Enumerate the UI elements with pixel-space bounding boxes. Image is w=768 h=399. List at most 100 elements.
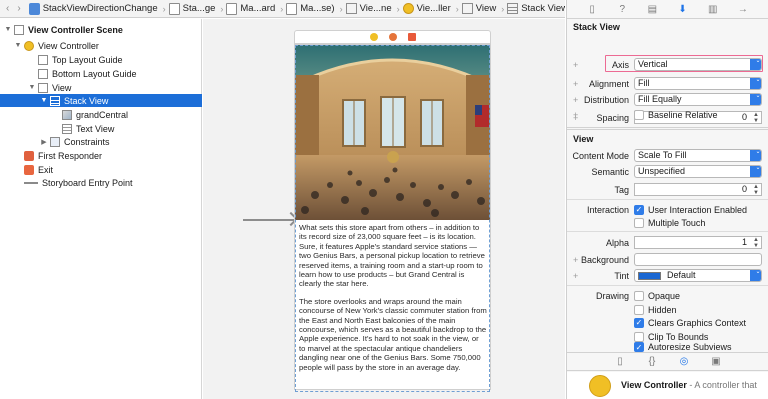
quick-help-icon[interactable]: ? [614, 3, 630, 16]
object-library-icon[interactable]: ◎ [676, 355, 692, 368]
outline-exit[interactable]: Exit [0, 163, 202, 176]
plus-icon[interactable]: + [573, 95, 578, 105]
tint-popup[interactable]: Default [634, 269, 762, 282]
checkmark-icon[interactable]: ✓ [634, 204, 644, 215]
outline-bottom-layout-guide[interactable]: Bottom Layout Guide [0, 67, 202, 80]
clip-to-bounds-checkbox[interactable]: Clip To Bounds [634, 331, 708, 342]
connections-inspector-icon[interactable]: → [735, 3, 751, 16]
library-tabs: ▯ {} ◎ ▣ [567, 352, 768, 371]
media-library-icon[interactable]: ▣ [708, 355, 724, 368]
file-template-icon[interactable]: ▯ [612, 355, 628, 368]
multiple-touch-checkbox[interactable]: Multiple Touch [634, 217, 705, 228]
jumpbar-segment-folder[interactable]: Sta...ge [168, 2, 215, 15]
inspector-tabs: ▯ ? ▤ ⬇ ▥ → [567, 0, 768, 19]
plus-icon[interactable]: + [573, 271, 578, 281]
outline-constraints[interactable]: ▶ Constraints [0, 135, 202, 148]
jumpbar-segment-project[interactable]: StackViewDirectionChange [28, 2, 158, 15]
grand-central-image[interactable] [295, 45, 490, 220]
folder-icon [168, 2, 180, 15]
jumpbar-segment-view-controller[interactable]: Vie...ller [402, 3, 451, 14]
checkbox-icon[interactable] [634, 290, 644, 301]
view-controller-icon[interactable] [369, 33, 378, 41]
disclosure-right-icon[interactable]: ▶ [40, 138, 48, 146]
view-controller-scene[interactable]: What sets this store apart from others –… [294, 44, 491, 392]
disclosure-down-icon[interactable]: ▼ [4, 26, 12, 33]
first-responder-icon[interactable] [388, 33, 397, 41]
storyboard-canvas[interactable]: What sets this store apart from others –… [203, 19, 565, 399]
jumpbar-segment-stack-view[interactable]: Stack View [507, 3, 565, 14]
user-interaction-checkbox[interactable]: ✓ User Interaction Enabled [634, 204, 747, 215]
exit-icon[interactable] [407, 33, 416, 41]
outline-scene[interactable]: ▼ View Controller Scene [0, 23, 202, 36]
outline-view[interactable]: ▼ View [0, 81, 202, 94]
checkbox-icon[interactable] [634, 304, 644, 315]
plus-icon[interactable]: + [573, 79, 578, 89]
outline-text-view[interactable]: Text View [0, 122, 202, 135]
opaque-checkbox[interactable]: Opaque [634, 290, 680, 301]
library-item-view-controller[interactable]: View Controller - A controller that [567, 372, 768, 399]
stepper-icon[interactable]: ▲ ▼ [751, 237, 761, 250]
disclosure-down-icon[interactable]: ▼ [28, 84, 36, 91]
text-view[interactable]: What sets this store apart from others –… [299, 223, 487, 372]
hidden-checkbox[interactable]: Hidden [634, 304, 677, 315]
jumpbar-segment-scene[interactable]: Vie...ne [345, 3, 392, 14]
image-view-icon [62, 109, 72, 120]
baseline-relative-checkbox[interactable]: Baseline Relative [634, 109, 718, 120]
forward-button[interactable]: › [17, 2, 20, 16]
alignment-label: Alignment [588, 78, 629, 89]
attributes-inspector-icon[interactable]: ⬇ [675, 3, 691, 16]
tag-field[interactable]: 0 ▲ ▼ [634, 183, 762, 196]
checkmark-icon[interactable]: ✓ [634, 342, 644, 352]
stepper-icon[interactable]: ▲ ▼ [751, 184, 761, 197]
alignment-popup[interactable]: Fill [634, 77, 762, 90]
tag-row: Tag 0 ▲ ▼ [567, 182, 768, 197]
baseline-row: + Baseline Relative [567, 107, 768, 122]
storyboard-icon [226, 2, 238, 15]
layout-guide-icon [38, 54, 48, 65]
background-color-well[interactable] [634, 253, 762, 266]
distribution-popup[interactable]: Fill Equally [634, 93, 762, 106]
outline-first-responder[interactable]: First Responder [0, 149, 202, 162]
outline-label: Bottom Layout Guide [52, 68, 137, 79]
divider [567, 199, 768, 200]
outline-stack-view[interactable]: ▼ Stack View [0, 94, 202, 107]
checkbox-icon[interactable] [634, 331, 644, 342]
attributes-inspector: ▯ ? ▤ ⬇ ▥ → Stack View + Axis Vertical +… [566, 0, 768, 399]
segment-label: Stack View [521, 3, 565, 14]
axis-popup[interactable]: Vertical [634, 58, 762, 71]
disclosure-down-icon[interactable]: ▼ [40, 97, 48, 104]
plus-icon[interactable]: + [573, 110, 578, 120]
outline-entry-point[interactable]: Storyboard Entry Point [0, 176, 202, 189]
alignment-row: + Alignment Fill [567, 76, 768, 91]
outline-image-view[interactable]: grandCentral [0, 108, 202, 121]
divider [567, 129, 768, 130]
chevron-right-icon: › [280, 3, 284, 14]
checkbox-icon[interactable] [634, 109, 644, 120]
jumpbar-segment-storyboard[interactable]: Ma...ard [226, 2, 275, 15]
content-mode-popup[interactable]: Scale To Fill [634, 149, 762, 162]
size-inspector-icon[interactable]: ▥ [705, 3, 721, 16]
exit-icon [24, 164, 34, 175]
disclosure-down-icon[interactable]: ▼ [14, 42, 22, 49]
checkmark-icon[interactable]: ✓ [634, 317, 644, 328]
clears-graphics-checkbox[interactable]: ✓ Clears Graphics Context [634, 317, 746, 328]
storyboard-entry-arrow[interactable] [243, 219, 295, 221]
scene-dock [294, 30, 491, 44]
semantic-row: Semantic Unspecified [567, 164, 768, 179]
entry-point-arrow-icon [24, 181, 38, 184]
back-button[interactable]: ‹ [6, 2, 9, 16]
semantic-popup[interactable]: Unspecified [634, 165, 762, 178]
plus-icon[interactable]: + [573, 60, 578, 70]
file-inspector-icon[interactable]: ▯ [584, 3, 600, 16]
outline-view-controller[interactable]: ▼ View Controller [0, 39, 202, 52]
alpha-field[interactable]: 1 ▲ ▼ [634, 236, 762, 249]
outline-label: grandCentral [76, 109, 129, 120]
code-snippet-icon[interactable]: {} [644, 355, 660, 368]
jumpbar-segment-view[interactable]: View [461, 3, 496, 14]
identity-inspector-icon[interactable]: ▤ [644, 3, 660, 16]
autoresize-checkbox[interactable]: ✓ Autoresize Subviews [634, 342, 732, 352]
outline-top-layout-guide[interactable]: Top Layout Guide [0, 53, 202, 66]
jumpbar-segment-storyboard-base[interactable]: Ma...se) [286, 2, 335, 15]
plus-icon[interactable]: + [573, 255, 578, 265]
checkbox-icon[interactable] [634, 217, 644, 228]
